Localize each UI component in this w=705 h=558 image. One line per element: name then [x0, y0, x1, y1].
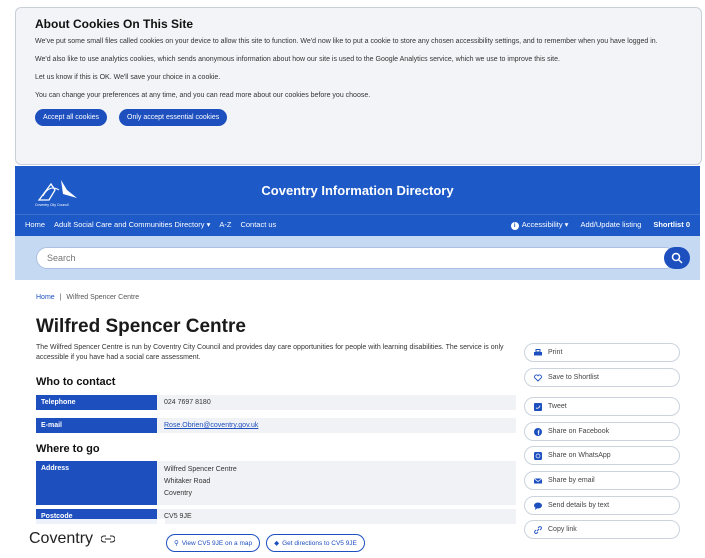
whatsapp-label: Share on WhatsApp [548, 452, 611, 459]
telephone-label: Telephone [36, 395, 157, 410]
heart-icon [534, 373, 542, 382]
cookie-text-1: We've put some small files called cookie… [35, 38, 658, 45]
nav-a-z[interactable]: A-Z [219, 220, 231, 229]
twitter-icon [534, 402, 542, 411]
add-update-link[interactable]: Add/Update listing [580, 220, 641, 229]
where-to-go-heading: Where to go [36, 443, 100, 455]
search-button[interactable] [664, 247, 690, 269]
email-link[interactable]: Rose.Obrien@coventry.gov.uk [164, 422, 258, 429]
page-title: Wilfred Spencer Centre [36, 316, 246, 337]
search-input[interactable] [36, 247, 676, 269]
email-value-cell: Rose.Obrien@coventry.gov.uk [157, 418, 516, 433]
nav-home[interactable]: Home [25, 220, 45, 229]
email-row: E-mail Rose.Obrien@coventry.gov.uk [36, 418, 516, 433]
address-line: Wilfred Spencer Centre [164, 466, 237, 473]
overlay-label-text: Coventry [29, 529, 94, 547]
envelope-icon [534, 477, 542, 483]
email-label: E-mail [36, 418, 157, 433]
breadcrumb-current: Wilfred Spencer Centre [66, 294, 140, 301]
main-nav: Home Adult Social Care and Communities D… [15, 214, 700, 234]
link-icon [101, 535, 116, 542]
search-bar [15, 236, 700, 280]
save-to-shortlist-button[interactable]: Save to Shortlist [524, 368, 680, 387]
tweet-label: Tweet [548, 403, 567, 410]
nav-adult-social-care[interactable]: Adult Social Care and Communities Direct… [54, 220, 210, 229]
view-map-button[interactable]: ⚲ View CV5 9JE on a map [166, 534, 261, 552]
postcode-value: CV5 9JE [157, 509, 516, 524]
shortlist-link[interactable]: Shortlist 0 [653, 220, 690, 229]
send-text-label: Send details by text [548, 502, 610, 509]
accessibility-menu[interactable]: i Accessibility ▾ [510, 219, 569, 230]
address-label: Address [36, 461, 157, 505]
print-label: Print [548, 349, 563, 356]
chat-icon [534, 502, 542, 510]
share-whatsapp-button[interactable]: Share on WhatsApp [524, 446, 680, 465]
site-title: Coventry Information Directory [261, 183, 454, 198]
breadcrumb-separator: | [59, 294, 62, 301]
whatsapp-icon [534, 451, 542, 460]
address-row: Address Wilfred Spencer Centre Whitaker … [36, 461, 516, 505]
telephone-row: Telephone 024 7697 8180 [36, 395, 516, 410]
share-email-button[interactable]: Share by email [524, 471, 680, 490]
search-icon [671, 252, 683, 264]
who-to-contact-heading: Who to contact [36, 376, 116, 388]
location-label-overlay: Coventry [15, 519, 165, 558]
breadcrumb: Home | Wilfred Spencer Centre [36, 294, 139, 301]
cookie-text-4: You can change your preferences at any t… [35, 92, 371, 99]
service-description: The Wilfred Spencer Centre is run by Cov… [36, 344, 504, 361]
telephone-value: 024 7697 8180 [157, 395, 516, 410]
view-map-label: View CV5 9JE on a map [181, 539, 253, 547]
address-value: Wilfred Spencer Centre Whitaker Road Cov… [157, 461, 516, 505]
cookie-title: About Cookies On This Site [35, 17, 194, 31]
accept-essential-cookies-button[interactable]: Only accept essential cookies [119, 109, 228, 126]
accept-all-cookies-button[interactable]: Accept all cookies [35, 109, 108, 126]
copy-link-label: Copy link [548, 526, 577, 533]
address-line: Coventry [164, 490, 193, 497]
nav-contact[interactable]: Contact us [240, 220, 276, 229]
directions-icon: ◆ [274, 540, 280, 547]
tweet-button[interactable]: Tweet [524, 397, 680, 416]
send-text-button[interactable]: Send details by text [524, 496, 680, 515]
accessibility-label: Accessibility ▾ [521, 219, 569, 229]
link-icon [534, 525, 542, 534]
share-facebook-button[interactable]: Share on Facebook [524, 422, 680, 441]
get-directions-button[interactable]: ◆ Get directions to CV5 9JE [266, 534, 365, 552]
info-icon: i [510, 221, 519, 230]
breadcrumb-home[interactable]: Home [36, 294, 55, 301]
printer-icon [534, 348, 542, 355]
site-header: Coventry City Council Coventry Informati… [15, 166, 700, 236]
email-share-label: Share by email [548, 477, 595, 484]
cookie-text-2: We'd also like to use analytics cookies,… [35, 56, 560, 63]
facebook-label: Share on Facebook [548, 428, 610, 435]
map-pin-icon: ⚲ [174, 540, 179, 547]
cookie-text-3: Let us know if this is OK. We'll save yo… [35, 74, 221, 81]
location-actions: ⚲ View CV5 9JE on a map ◆ Get directions… [166, 534, 365, 552]
get-directions-label: Get directions to CV5 9JE [282, 539, 357, 547]
save-label: Save to Shortlist [548, 374, 599, 381]
facebook-icon [534, 427, 542, 436]
copy-link-button[interactable]: Copy link [524, 520, 680, 539]
brand-text: Coventry City Council [35, 203, 69, 207]
print-button[interactable]: Print [524, 343, 680, 362]
address-line: Whitaker Road [164, 478, 211, 485]
cookie-banner: About Cookies On This Site We've put som… [15, 7, 702, 165]
